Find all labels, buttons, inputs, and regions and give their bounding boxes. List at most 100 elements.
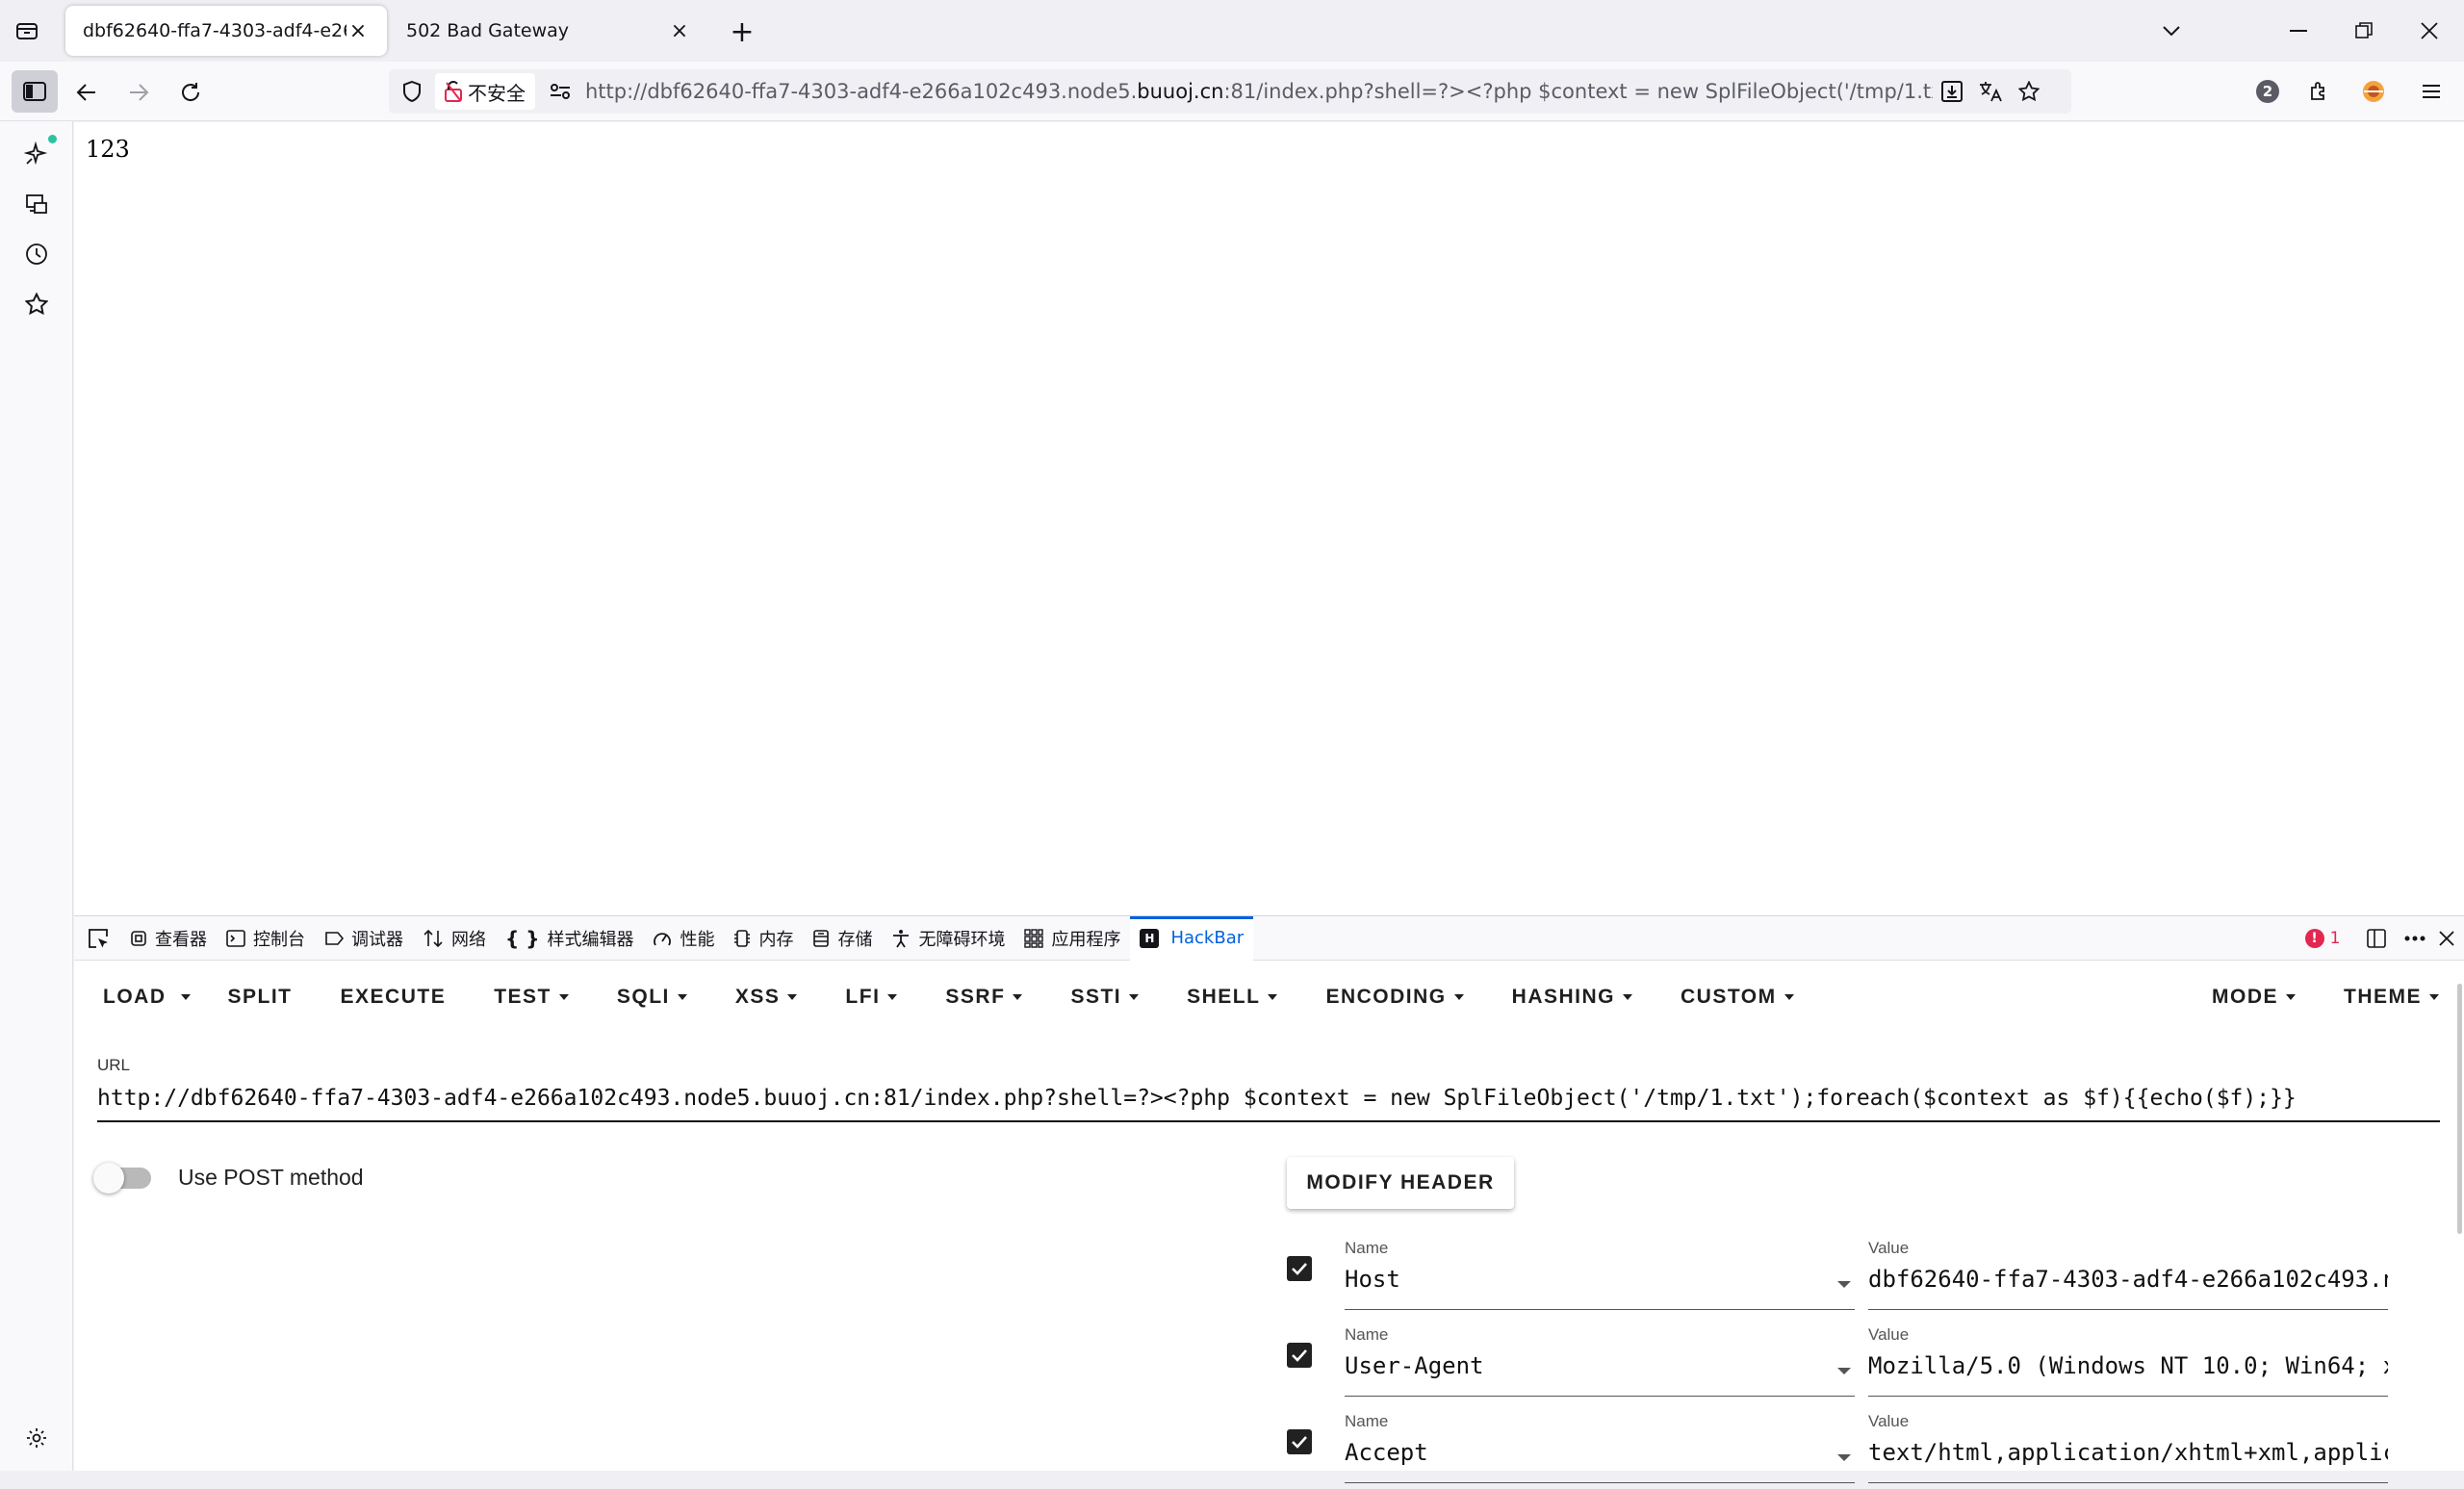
devtools-menu-button[interactable] bbox=[2398, 916, 2432, 961]
permissions-icon bbox=[551, 84, 570, 99]
devtools-tab-console[interactable]: 控制台 bbox=[217, 916, 315, 961]
bookmark-button[interactable] bbox=[2010, 81, 2048, 102]
caret-down-icon bbox=[887, 994, 898, 1000]
post-method-toggle[interactable]: Use POST method bbox=[93, 1162, 364, 1194]
extension-badge-button[interactable]: 2 bbox=[2248, 73, 2287, 110]
devtools-tab-memory[interactable]: 内存 bbox=[724, 916, 803, 961]
ssrf-menu[interactable]: SSRF bbox=[930, 976, 1038, 1018]
header-value-input[interactable]: Value Mozilla/5.0 (Windows NT 10.0; Win6… bbox=[1868, 1316, 2388, 1397]
extensions-button[interactable] bbox=[2300, 73, 2339, 110]
toggle-switch[interactable] bbox=[93, 1162, 151, 1194]
insecure-connection-indicator[interactable]: 不安全 bbox=[435, 73, 535, 110]
hashing-menu[interactable]: HASHING bbox=[1497, 976, 1648, 1018]
ai-chatbot-button[interactable] bbox=[21, 139, 52, 169]
test-menu[interactable]: TEST bbox=[478, 976, 584, 1018]
panel-scrollbar[interactable] bbox=[2457, 984, 2462, 1234]
devtools-tab-inspector[interactable]: 查看器 bbox=[120, 916, 217, 961]
header-enabled-checkbox[interactable] bbox=[1287, 1256, 1312, 1281]
history-button[interactable] bbox=[21, 239, 52, 270]
list-tabs-button[interactable] bbox=[2152, 13, 2191, 48]
devtools-tab-network[interactable]: 网络 bbox=[413, 916, 496, 961]
error-count-button[interactable]: ! 1 bbox=[2294, 916, 2351, 961]
synced-tabs-button[interactable] bbox=[21, 189, 52, 219]
account-button[interactable] bbox=[2354, 73, 2393, 110]
field-label: Name bbox=[1345, 1239, 1389, 1257]
shell-menu[interactable]: SHELL bbox=[1171, 976, 1293, 1018]
devtools-tab-performance[interactable]: 性能 bbox=[643, 916, 724, 961]
header-name-select[interactable]: Name Host bbox=[1345, 1229, 1855, 1310]
star-icon bbox=[25, 293, 48, 316]
new-tab-button[interactable]: + bbox=[728, 15, 757, 49]
xss-menu[interactable]: XSS bbox=[720, 976, 813, 1018]
header-enabled-checkbox[interactable] bbox=[1287, 1343, 1312, 1368]
hackbar-url-input[interactable]: http://dbf62640-ffa7-4303-adf4-e266a102c… bbox=[97, 1082, 2440, 1122]
back-button[interactable] bbox=[69, 75, 104, 110]
close-tab-icon[interactable]: × bbox=[346, 19, 370, 43]
toggle-knob bbox=[93, 1162, 124, 1194]
load-options-button[interactable] bbox=[172, 976, 199, 1018]
url-bar[interactable]: 不安全 http://dbf62640-ffa7-4303-adf4-e266a… bbox=[389, 69, 2071, 114]
devtools-tab-hackbar[interactable]: H HackBar bbox=[1130, 915, 1254, 961]
ssti-menu[interactable]: SSTI bbox=[1055, 976, 1154, 1018]
hackbar-icon: H bbox=[1140, 928, 1160, 948]
clock-icon bbox=[26, 244, 47, 265]
permissions-button[interactable] bbox=[541, 84, 579, 99]
devtools-tab-debugger[interactable]: 调试器 bbox=[315, 916, 413, 961]
header-value-input[interactable]: Value dbf62640-ffa7-4303-adf4-e266a102c4… bbox=[1868, 1229, 2388, 1310]
devtools-tab-accessibility[interactable]: 无障碍环境 bbox=[882, 916, 1014, 961]
caret-down-icon bbox=[2429, 994, 2439, 1000]
reload-icon bbox=[182, 83, 200, 101]
customize-sidebar-button[interactable] bbox=[21, 1423, 52, 1453]
sidebar-toggle-button[interactable] bbox=[12, 70, 58, 113]
split-button[interactable]: SPLIT bbox=[213, 976, 308, 1018]
memory-icon bbox=[734, 929, 751, 947]
restore-button[interactable] bbox=[2345, 13, 2383, 48]
header-enabled-checkbox[interactable] bbox=[1287, 1429, 1312, 1454]
devtools-panel: 查看器 控制台 调试器 网络 { } 样式编辑器 性能 内存 存储 无障碍环境 … bbox=[74, 915, 2464, 1483]
menu-label: THEME bbox=[2344, 986, 2422, 1008]
bookmarks-button[interactable] bbox=[21, 289, 52, 320]
tab-active[interactable]: dbf62640-ffa7-4303-adf4-e266a102c493.nod… bbox=[65, 6, 387, 56]
header-name-select[interactable]: Name Accept bbox=[1345, 1402, 1855, 1483]
header-row: Name Host Value dbf62640-ffa7-4303-adf4-… bbox=[1287, 1229, 2461, 1316]
sqli-menu[interactable]: SQLI bbox=[602, 976, 703, 1018]
close-tab-icon[interactable]: × bbox=[668, 19, 691, 43]
execute-button[interactable]: EXECUTE bbox=[325, 976, 462, 1018]
lfi-menu[interactable]: LFI bbox=[830, 976, 912, 1018]
modify-header-button[interactable]: MODIFY HEADER bbox=[1287, 1157, 1514, 1209]
devtools-tab-application[interactable]: 应用程序 bbox=[1014, 916, 1130, 961]
caret-down-icon bbox=[1837, 1281, 1851, 1288]
field-label: Name bbox=[1345, 1325, 1389, 1344]
theme-menu[interactable]: THEME bbox=[2328, 976, 2454, 1018]
close-window-button[interactable] bbox=[2410, 13, 2449, 48]
url-field-label: URL bbox=[97, 1056, 131, 1074]
app-menu-button[interactable] bbox=[2412, 73, 2451, 110]
star-icon bbox=[2018, 81, 2040, 102]
tracking-protection-button[interactable] bbox=[393, 81, 431, 102]
tab-bad-gateway[interactable]: 502 Bad Gateway × bbox=[389, 6, 708, 56]
header-value-input[interactable]: Value text/html,application/xhtml+xml,ap… bbox=[1868, 1402, 2388, 1483]
devtools-tab-style-editor[interactable]: { } 样式编辑器 bbox=[496, 916, 643, 961]
custom-menu[interactable]: CUSTOM bbox=[1665, 976, 1810, 1018]
mode-menu[interactable]: MODE bbox=[2196, 976, 2311, 1018]
minimize-button[interactable] bbox=[2279, 13, 2318, 48]
page-body-text: 123 bbox=[86, 136, 130, 163]
translate-button[interactable] bbox=[1971, 81, 2010, 102]
element-picker-button[interactable] bbox=[76, 916, 120, 961]
synced-tabs-icon bbox=[26, 194, 47, 214]
close-devtools-button[interactable] bbox=[2432, 916, 2461, 961]
devtools-tab-label: 应用程序 bbox=[1051, 929, 1121, 950]
load-button[interactable]: LOAD bbox=[88, 976, 182, 1018]
tab-overview-button[interactable] bbox=[12, 17, 42, 44]
header-name-value: User-Agent bbox=[1345, 1352, 1484, 1379]
dock-options-button[interactable] bbox=[2355, 916, 2398, 961]
devtools-tab-storage[interactable]: 存储 bbox=[803, 916, 882, 961]
hackbar-toolbar: LOAD SPLIT EXECUTE TEST SQLI XSS LFI SSR… bbox=[74, 961, 2464, 1034]
url-text[interactable]: http://dbf62640-ffa7-4303-adf4-e266a102c… bbox=[585, 80, 1933, 103]
forward-button[interactable] bbox=[121, 75, 156, 110]
encoding-menu[interactable]: ENCODING bbox=[1310, 976, 1478, 1018]
save-to-pocket-button[interactable] bbox=[1933, 81, 1971, 102]
reload-button[interactable] bbox=[173, 75, 208, 110]
shield-icon bbox=[403, 81, 421, 102]
header-name-select[interactable]: Name User-Agent bbox=[1345, 1316, 1855, 1397]
